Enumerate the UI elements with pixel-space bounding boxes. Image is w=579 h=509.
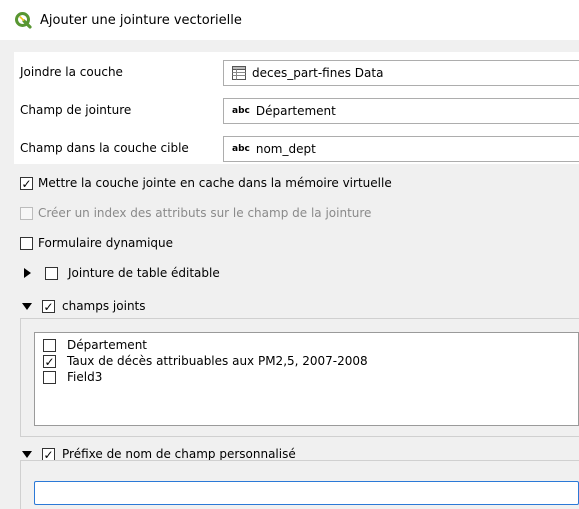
join-layer-row: Joindre la couche deces_part-fines Data … (14, 57, 579, 87)
qgis-logo-icon (15, 12, 32, 29)
editable-join-label: Jointure de table éditable (68, 266, 220, 280)
join-field-value: Département (255, 104, 336, 118)
string-field-icon: abc (232, 144, 250, 154)
joined-fields-checkbox[interactable]: ✓ (42, 300, 55, 313)
target-field-label: Champ dans la couche cible (20, 141, 189, 155)
field-label: Taux de décès attribuables aux PM2,5, 20… (67, 354, 368, 368)
index-label: Créer un index des attributs sur le cham… (38, 206, 372, 220)
editable-join-checkbox[interactable] (45, 267, 58, 280)
join-layer-combo[interactable]: deces_part-fines Data ▼ (223, 60, 579, 86)
dynamic-form-checkbox[interactable] (20, 237, 33, 250)
join-field-label: Champ de jointure (20, 103, 132, 117)
cache-checkbox[interactable]: ✓ (20, 177, 33, 190)
field-checkbox[interactable]: ✓ (43, 355, 56, 368)
collapse-arrow-icon[interactable] (22, 451, 32, 458)
string-field-icon: abc (232, 106, 250, 116)
expand-arrow-icon[interactable] (24, 268, 31, 278)
joined-fields-label: champs joints (62, 299, 146, 313)
table-icon (232, 66, 246, 80)
join-layer-label: Joindre la couche (20, 65, 123, 79)
prefix-label: Préfixe de nom de champ personnalisé (62, 447, 296, 461)
field-checkbox[interactable] (43, 339, 56, 352)
join-field-combo[interactable]: abc Département ▼ (223, 98, 579, 124)
cache-label: Mettre la couche jointe en cache dans la… (38, 176, 392, 190)
join-field-row: Champ de jointure abc Département ▼ (14, 95, 579, 125)
joined-fields-list[interactable]: Département ✓ Taux de décès attribuables… (34, 332, 579, 426)
index-checkbox[interactable] (20, 207, 33, 220)
target-field-combo[interactable]: abc nom_dept ▼ (223, 136, 579, 162)
join-layer-value: deces_part-fines Data (252, 66, 384, 80)
join-settings-form: Joindre la couche deces_part-fines Data … (14, 52, 579, 164)
collapse-arrow-icon[interactable] (22, 303, 32, 310)
field-label: Département (67, 338, 147, 352)
target-field-row: Champ dans la couche cible abc nom_dept … (14, 133, 579, 163)
target-field-value: nom_dept (255, 142, 316, 156)
field-label: Field3 (67, 370, 103, 384)
dynamic-form-label: Formulaire dynamique (38, 236, 174, 250)
window-title: Ajouter une jointure vectorielle (40, 12, 242, 28)
field-checkbox[interactable] (43, 371, 56, 384)
prefix-input[interactable] (34, 481, 579, 505)
title-bar: Ajouter une jointure vectorielle (0, 0, 579, 40)
